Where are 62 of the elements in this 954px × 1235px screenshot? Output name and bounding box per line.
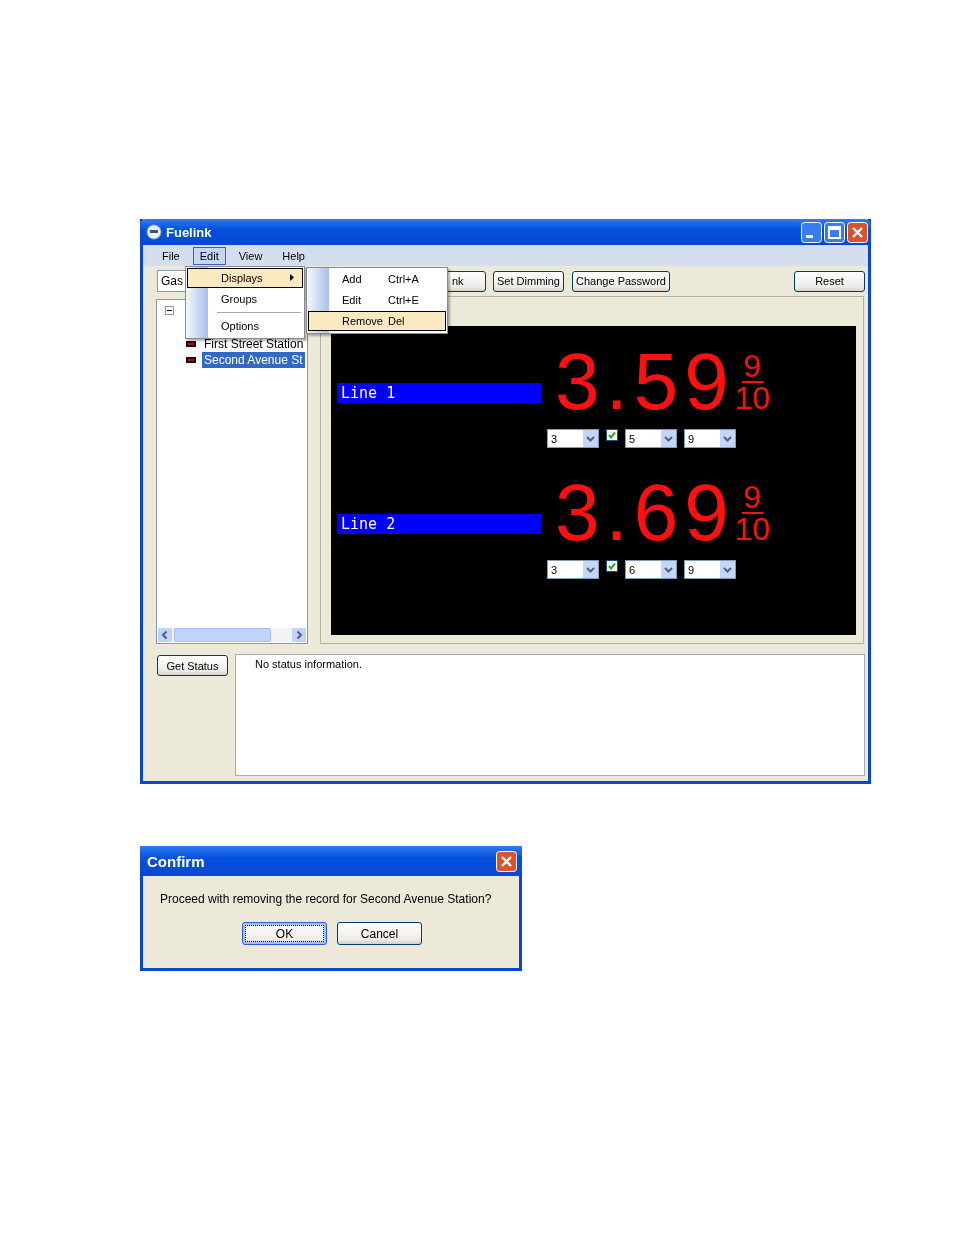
menu-item[interactable]: View (231, 246, 270, 265)
digit-select[interactable]: 3 (547, 429, 599, 448)
dialog-title: Confirm (147, 852, 205, 870)
line-label: Line 2 (337, 514, 541, 534)
scroll-left-icon[interactable] (158, 628, 172, 642)
toolbar-button[interactable]: Set Dimming (493, 270, 564, 292)
close-icon[interactable] (496, 850, 517, 872)
menu-label: Remove (342, 315, 384, 327)
menu-option[interactable]: Groups (187, 289, 303, 309)
fraction-denominator: 10 (734, 514, 771, 544)
checkbox[interactable] (606, 428, 618, 441)
toolbar-button[interactable]: Change Password (572, 270, 670, 292)
shortcut-label: Del (388, 315, 405, 327)
menu-label: Add (342, 273, 363, 285)
digit-select[interactable]: 3 (547, 560, 599, 579)
collapse-icon[interactable] (165, 306, 174, 315)
digit-select[interactable]: 9 (684, 429, 736, 448)
display-icon (186, 341, 196, 347)
display-icon (186, 357, 196, 363)
digit-select[interactable]: 6 (625, 560, 677, 579)
menu-label: Edit (342, 294, 362, 306)
maximize-icon[interactable] (824, 221, 845, 243)
scroll-thumb[interactable] (174, 628, 271, 642)
tree-item[interactable]: First Street Station (202, 336, 306, 352)
menu-option[interactable]: Edit Ctrl+E (308, 290, 446, 310)
shortcut-label: Ctrl+E (388, 294, 419, 306)
dropdown-icon[interactable] (720, 430, 735, 447)
menu-option[interactable]: Displays (187, 268, 303, 288)
fraction-numerator: 9 (741, 482, 764, 514)
fraction-numerator: 9 (741, 351, 764, 383)
price-digits: 3.69 (555, 479, 735, 547)
dropdown-icon[interactable] (583, 430, 598, 447)
dropdown-icon[interactable] (583, 561, 598, 578)
menu-item[interactable]: Help (275, 246, 312, 265)
checkbox[interactable] (606, 559, 618, 572)
dropdown-icon[interactable] (720, 561, 735, 578)
price-digits: 3.59 (555, 348, 735, 416)
minimize-icon[interactable] (801, 221, 822, 243)
shortcut-label: Ctrl+A (388, 273, 419, 285)
line-label: Line 1 (337, 383, 541, 403)
reset-button[interactable]: Reset (794, 270, 865, 292)
status-text: No status information. (255, 658, 362, 670)
dialog-button[interactable]: Cancel (337, 922, 422, 945)
dropdown-icon[interactable] (661, 561, 676, 578)
dialog-message: Proceed with removing the record for Second Avenue Station? (159, 891, 493, 906)
window-title: Fuelink (166, 224, 212, 240)
dropdown-icon[interactable] (661, 430, 676, 447)
scroll-right-icon[interactable] (292, 628, 306, 642)
menu-option[interactable]: Options (187, 316, 303, 336)
fraction-denominator: 10 (734, 383, 771, 413)
close-icon[interactable] (847, 221, 868, 243)
get-status-button[interactable]: Get Status (157, 655, 228, 676)
menu-option[interactable]: Remove Del (308, 311, 446, 331)
submenu-arrow-icon (290, 274, 294, 281)
menu-item[interactable]: File (155, 246, 187, 265)
digit-select[interactable]: 9 (684, 560, 736, 579)
menu-item[interactable]: Edit (192, 246, 226, 265)
tree-item[interactable]: Second Avenue St (202, 352, 305, 368)
digit-select[interactable]: 5 (625, 429, 677, 448)
horizontal-scrollbar[interactable] (158, 628, 306, 642)
app-icon (146, 224, 162, 240)
dialog-button[interactable]: OK (242, 922, 327, 945)
